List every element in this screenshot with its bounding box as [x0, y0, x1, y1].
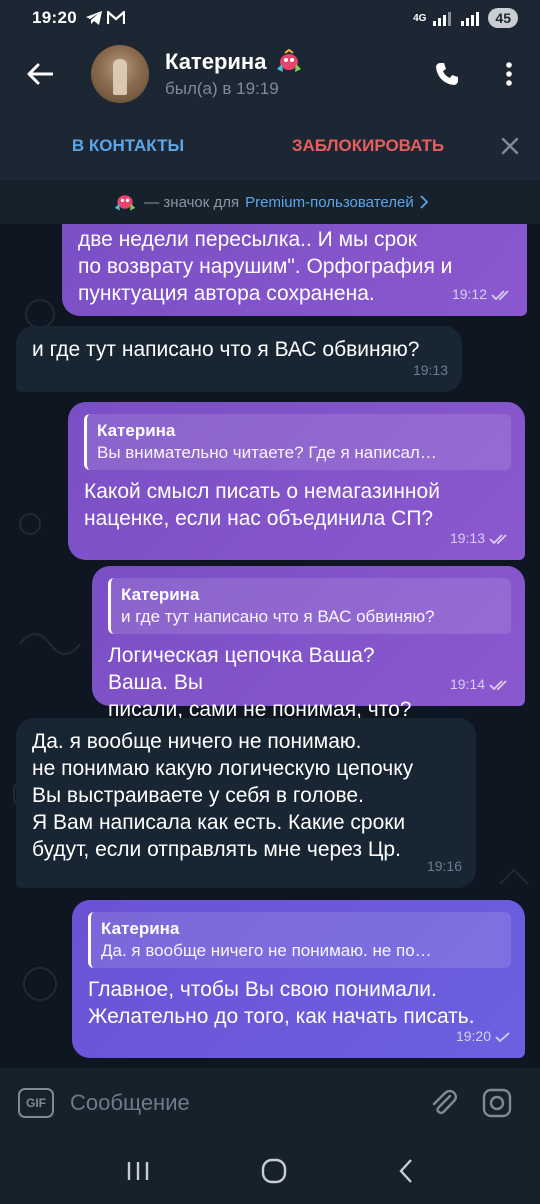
gif-button[interactable]: GIF — [18, 1088, 54, 1118]
message-time: 19:20 — [455, 1028, 491, 1044]
premium-link[interactable]: Premium-пользователей — [245, 194, 414, 211]
reply-text: Вы внимательно читаете? Где я написал… — [97, 443, 437, 462]
more-menu-button[interactable] — [478, 43, 540, 105]
mail-icon — [106, 11, 125, 24]
chat-area[interactable]: две недели пересылка.. И мы срок по возв… — [0, 224, 540, 1068]
paperclip-icon — [432, 1089, 457, 1115]
double-check-icon — [489, 679, 507, 690]
avatar[interactable] — [91, 45, 149, 103]
back-button[interactable] — [0, 36, 80, 112]
message-time: 19:13 — [412, 362, 448, 378]
premium-banner[interactable]: — значок для Premium-пользователей — [0, 180, 540, 224]
message-composer: GIF Сообщение — [0, 1068, 540, 1138]
contact-name-row: Катерина — [165, 49, 304, 75]
reply-text: и где тут написано что я ВАС обвиняю? — [121, 607, 435, 626]
close-action-bar-button[interactable] — [480, 137, 540, 155]
contact-name: Катерина — [165, 49, 267, 74]
double-check-icon — [491, 289, 509, 300]
message-time: 19:13 — [449, 530, 485, 546]
recent-apps-icon[interactable] — [126, 1160, 150, 1182]
last-seen: был(а) в 19:19 — [165, 79, 279, 98]
message-meta: 19:14 — [450, 671, 511, 698]
message-time: 19:12 — [451, 286, 487, 302]
arrow-left-icon — [27, 63, 53, 85]
reply-preview[interactable]: Катерина и где тут написано что я ВАС об… — [108, 578, 511, 634]
message-meta: 19:13 — [450, 525, 511, 552]
back-nav-icon[interactable] — [398, 1158, 414, 1184]
more-vertical-icon — [506, 62, 512, 86]
signal-icon — [433, 12, 452, 26]
home-icon[interactable] — [261, 1158, 287, 1184]
message-meta: 19:12 — [452, 281, 513, 308]
battery-indicator: 45 — [488, 8, 518, 28]
close-icon — [501, 137, 519, 155]
message-input[interactable]: Сообщение — [70, 1090, 416, 1116]
message-meta: 19:13 — [413, 357, 448, 384]
message-outgoing[interactable]: две недели пересылка.. И мы срок по возв… — [62, 224, 527, 316]
header-actions — [416, 43, 540, 105]
instagram-camera-icon — [482, 1088, 512, 1118]
message-outgoing-reply[interactable]: Катерина и где тут написано что я ВАС об… — [92, 566, 525, 721]
message-incoming[interactable]: Да. я вообще ничего не понимаю. не поним… — [16, 718, 476, 888]
signal-icon-2 — [461, 12, 480, 26]
reply-text: Да. я вообще ничего не понимаю. не по… — [101, 941, 432, 960]
reply-preview[interactable]: Катерина Да. я вообще ничего не понимаю.… — [88, 912, 511, 968]
add-contact-button[interactable]: В КОНТАКТЫ — [0, 136, 256, 156]
premium-banner-text: — значок для — [144, 193, 240, 211]
message-incoming[interactable]: и где тут написано что я ВАС обвиняю? 19… — [16, 326, 462, 392]
contact-info[interactable]: Катерина был(а) в 19:19 — [165, 49, 304, 99]
premium-emoji-icon — [115, 195, 136, 211]
chat-header: Катерина был(а) в 19:19 — [0, 36, 540, 112]
single-check-icon — [495, 1031, 510, 1042]
reply-author: Катерина — [101, 919, 180, 938]
contact-action-bar: В КОНТАКТЫ ЗАБЛОКИРОВАТЬ — [0, 112, 540, 180]
message-text: Какой смысл писать о немагазинной наценк… — [84, 480, 440, 530]
message-meta: 19:16 — [427, 853, 462, 880]
system-navigation-bar — [0, 1138, 540, 1204]
network-label: 4G — [413, 12, 427, 24]
message-text: две недели пересылка.. И мы срок по возв… — [78, 228, 453, 305]
status-notification-icons — [85, 10, 125, 26]
status-time: 19:20 — [32, 8, 77, 27]
block-user-button[interactable]: ЗАБЛОКИРОВАТЬ — [256, 136, 480, 156]
attach-button[interactable] — [416, 1076, 470, 1130]
phone-icon — [436, 63, 458, 85]
message-text: и где тут написано что я ВАС обвиняю? — [32, 338, 420, 361]
telegram-icon — [85, 11, 102, 25]
reply-preview[interactable]: Катерина Вы внимательно читаете? Где я н… — [84, 414, 511, 470]
premium-emoji-status-icon — [277, 49, 302, 72]
chevron-right-icon — [420, 195, 428, 209]
message-outgoing-reply[interactable]: Катерина Вы внимательно читаете? Где я н… — [68, 402, 525, 560]
message-text: Главное, чтобы Вы свою понимали. Желател… — [88, 978, 475, 1028]
call-button[interactable] — [416, 43, 478, 105]
reply-author: Катерина — [97, 421, 176, 440]
message-outgoing-reply[interactable]: Катерина Да. я вообще ничего не понимаю.… — [72, 900, 525, 1058]
camera-button[interactable] — [470, 1076, 524, 1130]
status-bar: 19:20 4G 45 — [0, 0, 540, 36]
message-time: 19:14 — [449, 676, 485, 692]
reply-author: Катерина — [121, 585, 200, 604]
status-right: 4G 45 — [413, 8, 518, 28]
double-check-icon — [489, 533, 507, 544]
message-meta: 19:20 — [456, 1023, 511, 1050]
message-text: Да. я вообще ничего не понимаю. не поним… — [32, 730, 414, 861]
message-time: 19:16 — [426, 858, 462, 874]
